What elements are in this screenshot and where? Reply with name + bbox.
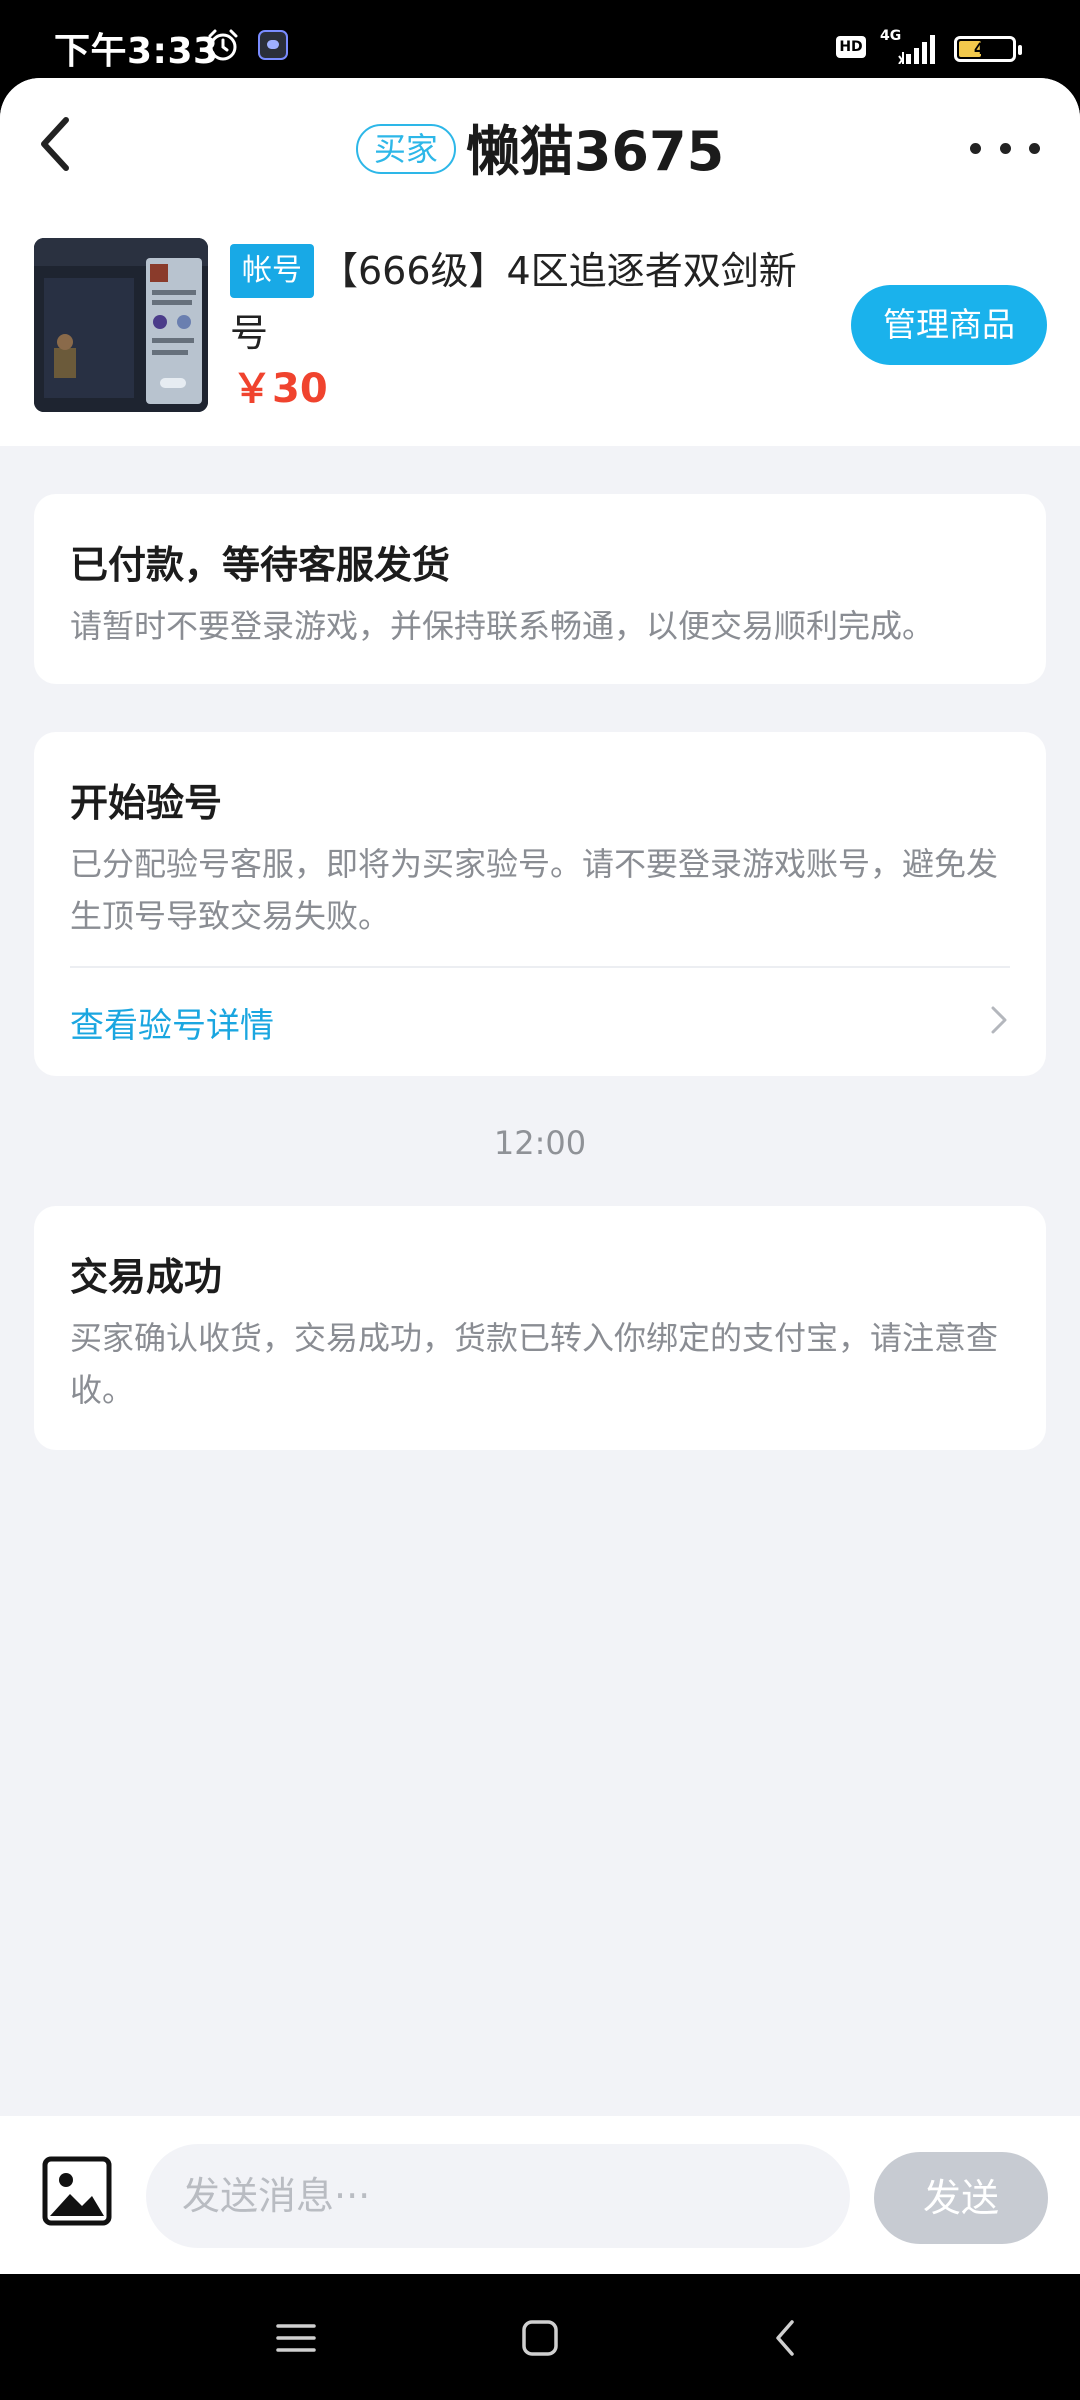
header-title-group: 买家 懒猫3675	[0, 106, 1080, 186]
order-status-card-verify: 开始验号 已分配验号客服，即将为买家验号。请不要登录游戏账号，避免发生顶号导致交…	[34, 732, 1046, 1076]
status-time: 下午3:33	[54, 31, 219, 72]
order-status-card-paid: 已付款，等待客服发货 请暂时不要登录游戏，并保持联系畅通，以便交易顺利完成。	[34, 494, 1046, 684]
dot	[1029, 142, 1040, 154]
chevron-right-icon[interactable]	[984, 1002, 1014, 1038]
card-title: 交易成功	[70, 1255, 223, 1299]
message-input-bar: 发送	[0, 2116, 1080, 2274]
dot	[970, 142, 981, 154]
chat-header: 买家 懒猫3675	[0, 78, 1080, 210]
signal-icon	[898, 35, 935, 64]
card-title: 已付款，等待客服发货	[70, 543, 451, 587]
product-title[interactable]: 【666级】4区追逐者双剑新号	[230, 240, 810, 364]
card-description: 请暂时不要登录游戏，并保持联系畅通，以便交易顺利完成。	[70, 607, 935, 645]
phone-screen: 下午3:33 HD 4G 43 买家 懒猫3675 【666级】4区追逐者双剑新…	[0, 0, 1080, 2400]
buyer-role-badge: 买家	[355, 124, 456, 174]
manage-product-button[interactable]: 管理商品	[851, 285, 1047, 365]
alarm-icon	[208, 29, 238, 61]
divider	[70, 966, 1010, 968]
card-description: 已分配验号客服，即将为买家验号。请不要登录游戏账号，避免发生顶号导致交易失败。	[70, 845, 999, 935]
app-notification-icon	[258, 30, 288, 60]
view-verify-details-link[interactable]: 查看验号详情	[70, 998, 274, 1047]
hd-badge: HD	[836, 36, 866, 58]
product-price: ￥30	[232, 366, 328, 412]
back-icon[interactable]	[764, 2316, 808, 2360]
battery-percent: 43	[973, 39, 997, 58]
system-nav-bar	[0, 2274, 1080, 2400]
dot	[999, 142, 1011, 154]
menu-icon[interactable]	[274, 2316, 318, 2360]
card-title: 开始验号	[70, 781, 223, 825]
card-description: 买家确认收货，交易成功，货款已转入你绑定的支付宝，请注意查收。	[70, 1319, 999, 1409]
message-timestamp: 12:00	[493, 1124, 587, 1162]
more-dots-icon[interactable]	[970, 118, 1040, 178]
account-tag: 帐号	[230, 244, 314, 298]
order-status-card-success: 交易成功 买家确认收货，交易成功，货款已转入你绑定的支付宝，请注意查收。	[34, 1206, 1046, 1450]
product-thumbnail[interactable]	[34, 238, 208, 412]
chat-sheet: 买家 懒猫3675 【666级】4区追逐者双剑新号 帐号 ￥30 管理商品 已付…	[0, 78, 1080, 2274]
send-button[interactable]: 发送	[874, 2152, 1048, 2244]
status-bar: 下午3:33 HD 4G 43	[0, 0, 1080, 78]
home-icon[interactable]	[518, 2316, 562, 2360]
battery-icon: 43	[954, 36, 1022, 62]
image-picker-icon[interactable]	[42, 2156, 112, 2226]
message-input[interactable]	[146, 2144, 850, 2248]
page-title: 懒猫3675	[465, 119, 725, 183]
